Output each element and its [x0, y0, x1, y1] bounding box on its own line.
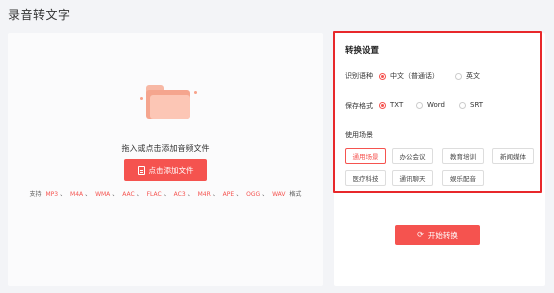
- scene-tag-medical[interactable]: 医疗科技: [345, 170, 386, 186]
- format-option-srt[interactable]: SRT: [459, 101, 483, 109]
- format-item: WAV: [272, 191, 286, 198]
- upload-drop-zone[interactable]: 拖入或点击添加音频文件 点击添加文件 支持 MP3、 M4A、 WMA、 AAC…: [8, 33, 323, 286]
- page-title: 录音转文字: [8, 8, 71, 22]
- file-icon: [137, 165, 145, 175]
- radio-selected-icon: [379, 72, 386, 80]
- refresh-icon: ⟳: [417, 230, 424, 239]
- format-item: AAC: [122, 191, 135, 198]
- format-item: APE: [222, 191, 235, 198]
- format-item: M4A: [70, 191, 84, 198]
- drop-hint-text: 拖入或点击添加音频文件: [121, 144, 210, 153]
- format-option-txt[interactable]: TXT: [379, 101, 403, 109]
- start-convert-button-label: 开始转换: [427, 230, 458, 240]
- radio-selected-icon: [379, 101, 386, 109]
- format-item: AC3: [173, 191, 186, 198]
- format-item: MP3: [45, 191, 59, 198]
- scene-tag-chat[interactable]: 通讯聊天: [392, 170, 433, 186]
- settings-title: 转换设置: [345, 46, 380, 56]
- scene-tag-entertainment[interactable]: 娱乐配音: [442, 170, 484, 186]
- start-convert-button[interactable]: ⟳ 开始转换: [395, 225, 480, 245]
- scene-tag-education[interactable]: 教育培训: [442, 148, 484, 164]
- add-file-button[interactable]: 点击添加文件: [124, 159, 207, 181]
- language-option-english[interactable]: 英文: [455, 71, 480, 81]
- radio-icon: [455, 72, 462, 80]
- radio-icon: [459, 101, 466, 109]
- scene-tag-general[interactable]: 通用场景: [345, 148, 386, 164]
- language-label: 识别语种: [345, 72, 373, 80]
- scene-tag-news[interactable]: 新闻媒体: [492, 148, 534, 164]
- scene-tag-meeting[interactable]: 办公会议: [392, 148, 433, 164]
- format-item: FLAC: [146, 191, 162, 198]
- format-item: M4R: [197, 191, 211, 198]
- radio-icon: [416, 101, 423, 109]
- format-item: WMA: [95, 191, 111, 198]
- add-file-button-label: 点击添加文件: [148, 165, 194, 175]
- scene-label: 使用场景: [345, 131, 373, 139]
- format-option-word[interactable]: Word: [416, 101, 445, 109]
- format-item: OGG: [246, 191, 261, 198]
- folder-icon: [140, 85, 197, 119]
- supported-formats: 支持 MP3、 M4A、 WMA、 AAC、 FLAC、 AC3、 M4R、 A…: [29, 191, 302, 198]
- language-option-mandarin[interactable]: 中文（普通话）: [379, 71, 439, 81]
- format-label: 保存格式: [345, 102, 373, 110]
